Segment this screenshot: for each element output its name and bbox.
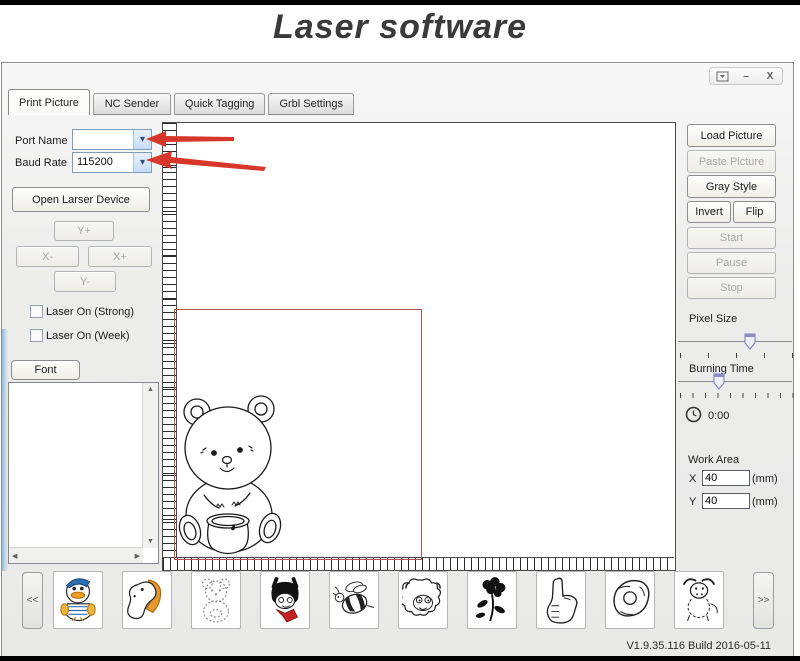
laser-week-checkbox[interactable] xyxy=(30,329,43,342)
middle-finger-thumbnail[interactable] xyxy=(536,571,586,629)
tab-nc-sender[interactable]: NC Sender xyxy=(93,93,171,115)
open-laser-device-button[interactable]: Open Larser Device xyxy=(12,187,150,212)
rose-thumbnail[interactable] xyxy=(467,571,517,629)
tab-quick-tagging[interactable]: Quick Tagging xyxy=(174,93,266,115)
window-controls: – X xyxy=(709,67,783,85)
pixel-size-ticks xyxy=(680,353,794,358)
flip-button[interactable]: Flip xyxy=(733,201,776,223)
port-name-value xyxy=(73,130,133,149)
scroll-down-icon[interactable]: ▼ xyxy=(144,535,157,548)
window-menu-button[interactable] xyxy=(711,69,733,83)
duck-thumbnail[interactable] xyxy=(53,571,103,629)
work-area-x-input[interactable] xyxy=(702,470,750,486)
burning-time-ticks xyxy=(680,393,794,398)
gallery-next-button[interactable]: >> xyxy=(753,572,774,629)
laser-week-label: Laser On (Week) xyxy=(46,330,130,342)
laser-strong-checkbox[interactable] xyxy=(30,305,43,318)
bull-thumbnail[interactable] xyxy=(674,571,724,629)
work-area-y-unit: (mm) xyxy=(752,496,778,508)
jog-x-minus-button[interactable]: X- xyxy=(16,246,79,267)
vertical-scrollbar[interactable]: ▲ ▼ xyxy=(142,383,158,548)
work-area-label: Work Area xyxy=(688,454,739,466)
page-title: Laser software xyxy=(0,8,800,47)
text-listbox[interactable]: ▲ ▼ ◀ ▶ xyxy=(8,382,159,564)
work-area-x-label: X xyxy=(689,473,696,485)
port-name-label: Port Name xyxy=(15,135,68,147)
baud-rate-select[interactable]: 115200 ▾ xyxy=(72,152,152,173)
scroll-up-icon[interactable]: ▲ xyxy=(144,383,157,396)
slider-track[interactable] xyxy=(678,341,792,342)
close-button[interactable]: X xyxy=(759,69,781,83)
window-menu-icon xyxy=(716,71,729,82)
slider-track[interactable] xyxy=(678,381,792,382)
clock-icon xyxy=(685,406,702,423)
top-black-bar xyxy=(0,0,800,5)
pixel-size-slider[interactable] xyxy=(678,333,792,353)
start-button[interactable]: Start xyxy=(687,227,776,249)
scroll-right-icon[interactable]: ▶ xyxy=(132,549,143,563)
slider-thumb[interactable] xyxy=(744,333,756,350)
pause-button[interactable]: Pause xyxy=(687,252,776,274)
pixel-size-label: Pixel Size xyxy=(689,313,737,325)
bee-thumbnail[interactable] xyxy=(329,571,379,629)
gallery-prev-button[interactable]: << xyxy=(22,572,43,629)
horse-thumbnail[interactable] xyxy=(122,571,172,629)
sheep-thumbnail[interactable] xyxy=(398,571,448,629)
version-text: V1.9.35.116 Build 2016-05-11 xyxy=(626,640,771,652)
work-area-x-unit: (mm) xyxy=(752,473,778,485)
baud-callout-arrow-icon xyxy=(146,151,266,173)
load-picture-button[interactable]: Load Picture xyxy=(687,124,776,147)
tab-print-picture[interactable]: Print Picture xyxy=(8,89,90,115)
jog-y-plus-button[interactable]: Y+ xyxy=(54,221,114,241)
baud-rate-label: Baud Rate xyxy=(15,157,67,169)
engraving-canvas[interactable] xyxy=(162,122,676,571)
jog-y-minus-button[interactable]: Y- xyxy=(54,271,116,292)
pointing-hand-thumbnail[interactable] xyxy=(605,571,655,629)
work-area-y-label: Y xyxy=(689,496,696,508)
laser-strong-label: Laser On (Strong) xyxy=(46,306,134,318)
slider-thumb[interactable] xyxy=(713,373,725,390)
timer-value: 0:00 xyxy=(708,410,729,422)
port-name-select[interactable]: ▾ xyxy=(72,129,152,150)
burning-time-slider[interactable] xyxy=(678,373,792,393)
font-button[interactable]: Font xyxy=(11,360,80,380)
bottom-black-bar xyxy=(0,656,800,661)
gray-style-button[interactable]: Gray Style xyxy=(687,175,776,198)
app-window: – X Print Picture NC Sender Quick Taggin… xyxy=(1,62,794,657)
invert-button[interactable]: Invert xyxy=(687,201,731,223)
tab-bar: Print Picture NC Sender Quick Tagging Gr… xyxy=(8,89,357,115)
scroll-left-icon[interactable]: ◀ xyxy=(9,549,20,563)
tab-grbl-settings[interactable]: Grbl Settings xyxy=(268,93,354,115)
work-area-y-input[interactable] xyxy=(702,493,750,509)
girl-thumbnail[interactable] xyxy=(260,571,310,629)
gallery-strip xyxy=(53,571,724,629)
port-callout-arrow-icon xyxy=(146,131,234,147)
bear-thumbnail[interactable] xyxy=(191,571,241,629)
baud-rate-value: 115200 xyxy=(73,153,133,172)
paste-picture-button[interactable]: Paste Picture xyxy=(687,150,776,173)
stop-button[interactable]: Stop xyxy=(687,277,776,299)
horizontal-scrollbar[interactable]: ◀ ▶ xyxy=(9,547,143,563)
jog-x-plus-button[interactable]: X+ xyxy=(88,246,152,267)
teddy-bear-drawing[interactable] xyxy=(176,395,296,557)
minimize-button[interactable]: – xyxy=(735,69,757,83)
